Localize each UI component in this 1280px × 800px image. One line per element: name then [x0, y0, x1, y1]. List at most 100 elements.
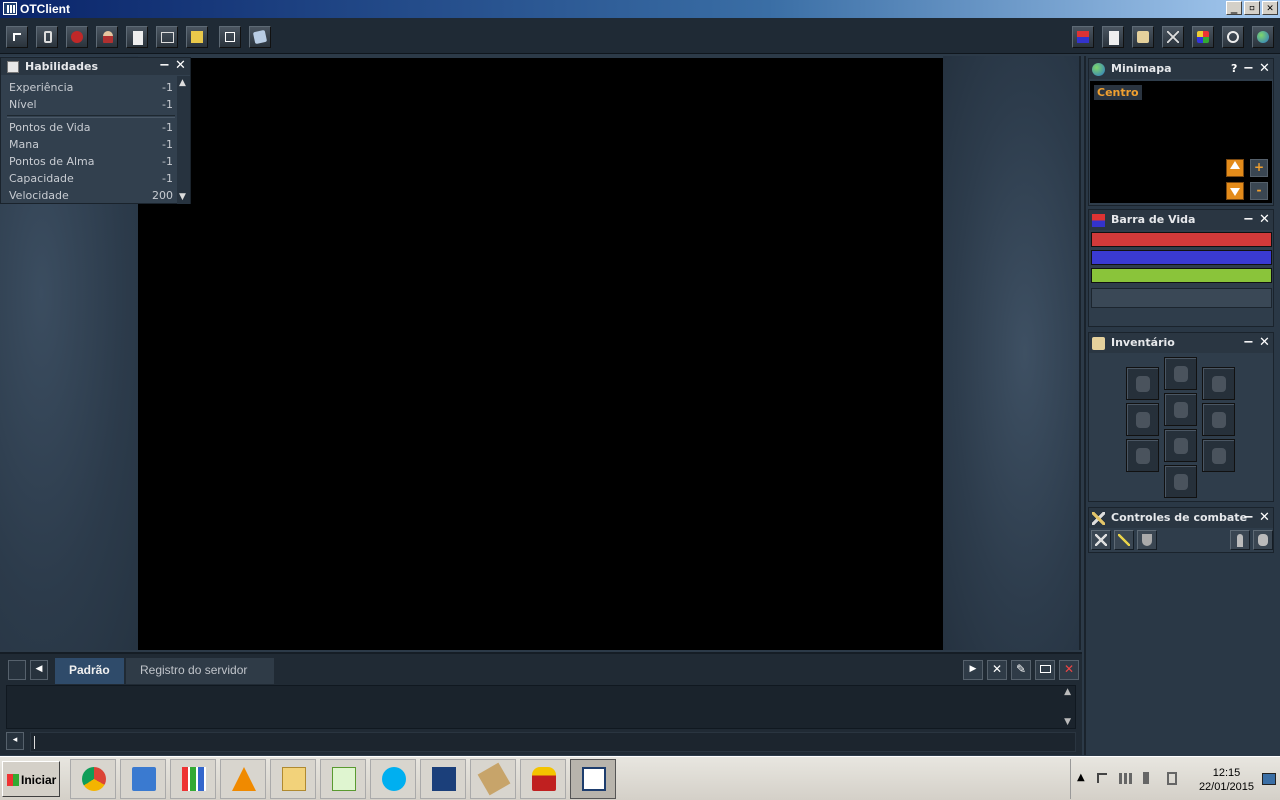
system-clock[interactable]: 12:15 22/01/2015 [1199, 766, 1254, 794]
close-button[interactable]: ✕ [1259, 213, 1270, 227]
inventory-button[interactable] [1132, 26, 1154, 48]
power-icon[interactable] [1167, 772, 1177, 785]
scroll-down-icon[interactable]: ▼ [179, 192, 186, 202]
help-button[interactable]: ? [1231, 62, 1237, 76]
taskbar-network[interactable] [120, 759, 166, 799]
stand-mode-button[interactable] [1230, 530, 1250, 550]
open-channel-button[interactable] [1035, 660, 1055, 680]
minimize-window-button[interactable]: _ [1226, 1, 1242, 15]
skills-window-title: Habilidades [25, 60, 98, 73]
close-window-button[interactable]: ✕ [1262, 1, 1278, 15]
combat-controls-header[interactable]: Controles de combate − ✕ [1089, 508, 1273, 528]
hand-button[interactable] [36, 26, 58, 48]
taskbar-vlc[interactable] [220, 759, 266, 799]
console-button[interactable] [156, 26, 178, 48]
close-channel-button[interactable]: ✕ [987, 660, 1007, 680]
health-bar-header[interactable]: Barra de Vida − ✕ [1089, 210, 1273, 230]
close-button[interactable]: ✕ [1259, 336, 1270, 350]
volume-icon[interactable] [1143, 772, 1155, 784]
skills-scrollbar[interactable]: ▲ ▼ [177, 76, 190, 204]
apps-grid-icon [182, 767, 206, 791]
chevron-right-icon: ▶ [969, 664, 977, 674]
defensive-mode-button[interactable] [1137, 530, 1157, 550]
taskbar-explorer[interactable] [270, 759, 316, 799]
taskbar-apps[interactable] [170, 759, 216, 799]
backpack-slot[interactable] [1202, 367, 1235, 400]
taskbar-devcpp[interactable] [420, 759, 466, 799]
taskbar-remeres[interactable] [470, 759, 516, 799]
options-button[interactable] [1222, 26, 1244, 48]
skills-button[interactable] [1102, 26, 1124, 48]
scroll-up-icon[interactable]: ▲ [179, 78, 186, 88]
combat-controls-title: Controles de combate [1111, 511, 1248, 524]
skill-value: 200 [152, 189, 173, 202]
skills-window-header[interactable]: Habilidades − ✕ [1, 58, 190, 75]
left-hand-slot[interactable] [1126, 403, 1159, 436]
taskbar-chrome[interactable] [70, 759, 116, 799]
legs-slot[interactable] [1164, 429, 1197, 462]
show-desktop-icon[interactable] [1262, 773, 1276, 785]
ring-slot[interactable] [1126, 439, 1159, 472]
next-tab-button[interactable]: ▶ [963, 660, 983, 680]
taskbar-otclient[interactable] [570, 759, 616, 799]
inventory-header[interactable]: Inventário − ✕ [1089, 333, 1273, 353]
minimize-button[interactable]: − [1243, 213, 1254, 227]
minimize-button[interactable]: − [159, 59, 170, 73]
minimap-header[interactable]: Minimapa ? − ✕ [1089, 59, 1273, 79]
globe-icon [1257, 31, 1269, 43]
head-slot[interactable] [1164, 357, 1197, 390]
close-button[interactable]: ✕ [1259, 62, 1270, 76]
combat-button[interactable] [1162, 26, 1184, 48]
ammo-slot[interactable] [1202, 439, 1235, 472]
necklace-slot[interactable] [1126, 367, 1159, 400]
say-mode-button[interactable]: ◂ [6, 732, 24, 750]
logout-button[interactable] [66, 26, 88, 48]
floor-down-button[interactable] [1226, 182, 1244, 200]
ignore-button[interactable]: ✕ [1059, 660, 1079, 680]
scroll-down-icon[interactable]: ▼ [1064, 717, 1071, 727]
armor-slot[interactable] [1164, 393, 1197, 426]
offensive-mode-button[interactable] [1091, 530, 1111, 550]
scroll-up-icon[interactable]: ▲ [1064, 687, 1071, 697]
start-button[interactable]: Iniciar [2, 761, 60, 797]
map-button[interactable] [249, 26, 271, 48]
right-hand-slot[interactable] [1202, 403, 1235, 436]
tab-server-log[interactable]: Registro do servidor [126, 658, 274, 684]
minimap-button[interactable] [1252, 26, 1274, 48]
notes-button[interactable] [126, 26, 148, 48]
center-button[interactable]: Centro [1094, 85, 1142, 100]
tray-expand-icon[interactable]: ▲ [1077, 772, 1085, 783]
taskbar-skype[interactable] [370, 759, 416, 799]
signal-icon[interactable] [1119, 773, 1133, 784]
console-input[interactable] [30, 732, 1076, 752]
right-panel-area [943, 56, 1081, 650]
box-button[interactable] [186, 26, 208, 48]
game-map-view[interactable] [138, 58, 943, 650]
move-button[interactable] [219, 26, 241, 48]
arrow-up-icon [1230, 161, 1240, 169]
minimap-canvas[interactable]: Centro + - [1090, 81, 1272, 203]
channel-toggle-button[interactable] [8, 660, 26, 680]
feet-slot[interactable] [1164, 465, 1197, 498]
pvp-mode-button[interactable] [1253, 530, 1273, 550]
close-button[interactable]: ✕ [175, 59, 186, 73]
close-button[interactable]: ✕ [1259, 511, 1270, 525]
tab-default[interactable]: Padrão [55, 658, 124, 684]
character-button[interactable] [96, 26, 118, 48]
taskbar-game-app[interactable] [520, 759, 566, 799]
spells-button[interactable] [1192, 26, 1214, 48]
minimize-button[interactable]: − [1243, 511, 1254, 525]
floor-up-button[interactable] [1226, 159, 1244, 177]
pointer-button[interactable] [6, 26, 28, 48]
zoom-in-button[interactable]: + [1250, 159, 1268, 177]
taskbar-notepad[interactable] [320, 759, 366, 799]
clear-button[interactable]: ✎ [1011, 660, 1031, 680]
balanced-mode-button[interactable] [1114, 530, 1134, 550]
restore-window-button[interactable]: ▫ [1244, 1, 1260, 15]
minimize-button[interactable]: − [1243, 62, 1254, 76]
health-bar-button[interactable] [1072, 26, 1094, 48]
prev-tab-button[interactable]: ◀ [30, 660, 48, 680]
minimize-button[interactable]: − [1243, 336, 1254, 350]
zoom-out-button[interactable]: - [1250, 182, 1268, 200]
flag-icon[interactable] [1097, 773, 1107, 783]
